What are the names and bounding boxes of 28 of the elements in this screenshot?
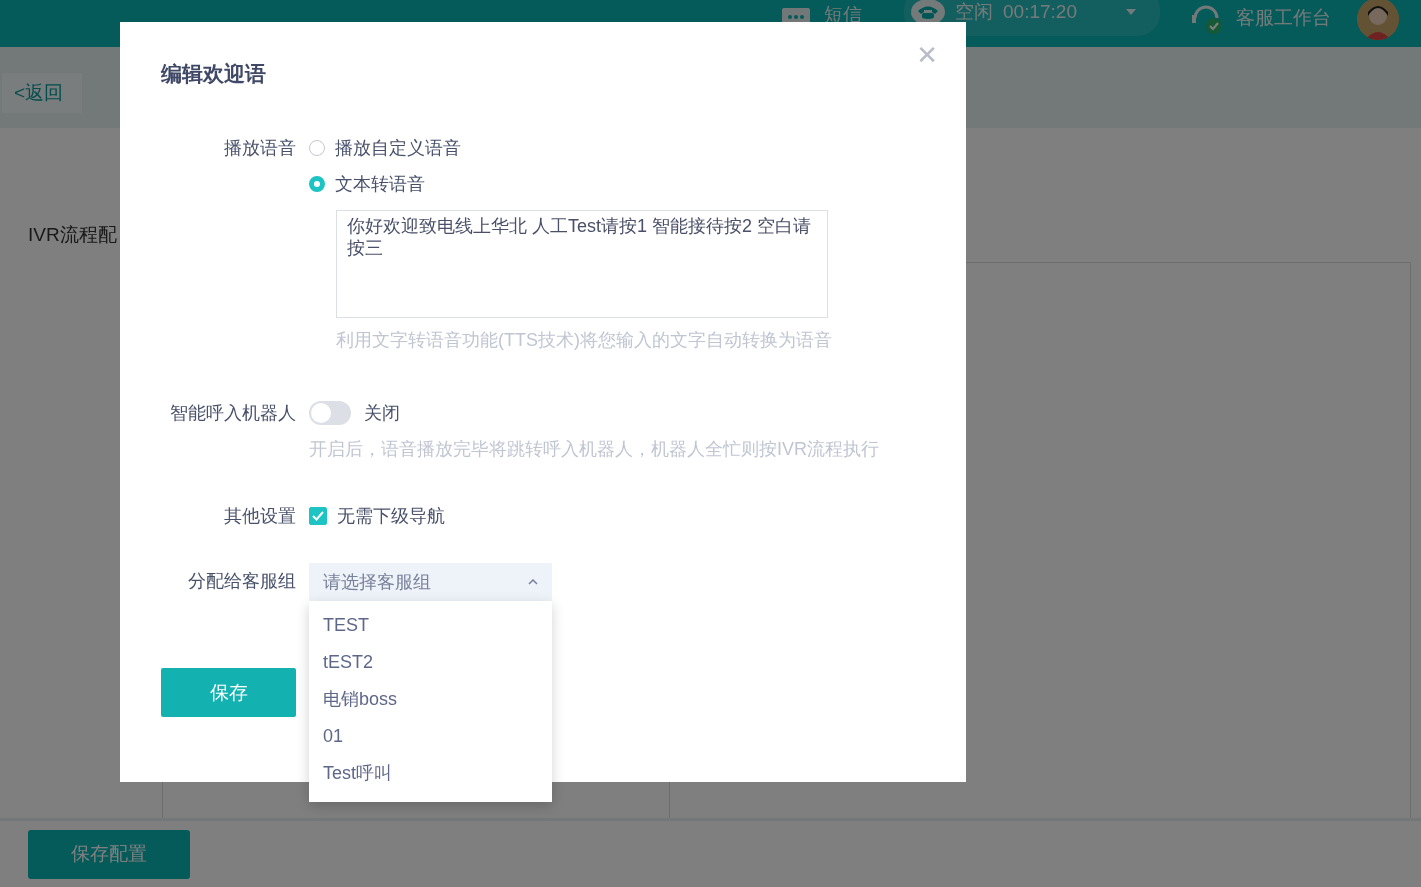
radio-label[interactable]: 文本转语音: [335, 172, 425, 196]
caret-icon: [1126, 9, 1136, 15]
checkbox-label[interactable]: 无需下级导航: [337, 504, 445, 528]
select-field[interactable]: 请选择客服组: [309, 563, 552, 601]
dropdown-option[interactable]: tEST2: [309, 644, 552, 681]
dropdown-option[interactable]: TEST: [309, 607, 552, 644]
dropdown-option[interactable]: Test呼叫: [309, 755, 552, 792]
status-label: 空闲: [955, 0, 993, 24]
field-label: 分配给客服组: [187, 570, 296, 593]
page-title: IVR流程配: [28, 223, 117, 247]
dropdown-option[interactable]: 01: [309, 718, 552, 755]
field-label: 智能呼入机器人: [169, 402, 296, 425]
textarea-field[interactable]: 你好欢迎致电线上华北 人工Test请按1 智能接待按2 空白请按三: [336, 210, 828, 318]
hint-text: 利用文字转语音功能(TTS技术)将您输入的文字自动转换为语音: [336, 329, 832, 352]
hint-text: 开启后，语音播放完毕将跳转呼入机器人，机器人全忙则按IVR流程执行: [309, 438, 879, 461]
radio-button[interactable]: [309, 176, 325, 192]
field-label: 其他设置: [223, 505, 296, 528]
toggle-label: 关闭: [364, 402, 400, 425]
radio-button[interactable]: [309, 140, 325, 156]
checkbox[interactable]: [309, 507, 327, 525]
call-timer: 00:17:20: [1003, 1, 1077, 23]
radio-label[interactable]: 播放自定义语音: [335, 136, 461, 160]
dropdown-option[interactable]: 电销boss: [309, 681, 552, 718]
dialog-title: 编辑欢迎语: [161, 61, 267, 87]
avatar-icon[interactable]: [1357, 0, 1399, 40]
field-label: 播放语音: [223, 137, 296, 160]
toggle-switch[interactable]: [309, 401, 351, 425]
caret-icon: [528, 579, 538, 585]
